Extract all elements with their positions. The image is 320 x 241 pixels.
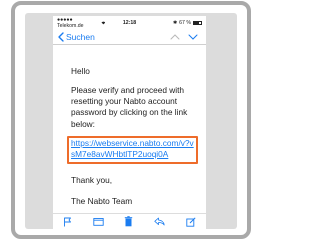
chevron-left-icon xyxy=(58,31,64,42)
reply-button[interactable] xyxy=(154,217,165,226)
battery-fill xyxy=(193,21,199,24)
email-greeting: Hello xyxy=(71,66,90,76)
mail-toolbar xyxy=(53,213,206,229)
navigation-bar: Suchen xyxy=(53,29,206,45)
delete-button[interactable] xyxy=(124,216,133,227)
battery-icon xyxy=(192,20,202,25)
battery-percent: 67 % xyxy=(179,19,191,26)
status-bar: ●●●●● Telekom.de 12:18 ✱ 67 % xyxy=(53,16,206,29)
flag-button[interactable] xyxy=(63,217,72,227)
compose-button[interactable] xyxy=(186,216,196,227)
carrier-label: ●●●●● Telekom.de xyxy=(57,17,105,29)
reset-link[interactable]: https://webservice.nabto.com/v?vsM7e8avW… xyxy=(71,138,197,160)
bluetooth-icon: ✱ xyxy=(172,19,178,26)
trash-icon xyxy=(125,216,133,227)
next-message-button[interactable] xyxy=(188,34,198,40)
email-thanks: Thank you, xyxy=(71,175,113,185)
back-label: Suchen xyxy=(66,31,95,42)
move-folder-button[interactable] xyxy=(93,217,104,226)
back-button[interactable]: Suchen xyxy=(58,32,95,42)
status-right: ✱ 67 % xyxy=(154,20,202,26)
folder-icon xyxy=(93,218,104,226)
compose-icon xyxy=(186,216,196,227)
email-signoff: The Nabto Team xyxy=(71,196,133,206)
clock: 12:18 xyxy=(122,19,137,26)
previous-message-button[interactable] xyxy=(170,33,180,40)
flag-icon xyxy=(64,217,72,226)
reply-icon xyxy=(154,217,165,226)
phone-screen: ●●●●● Telekom.de 12:18 ✱ 67 % Suchen Hel… xyxy=(53,16,206,229)
email-message: Please verify and proceed with resetting… xyxy=(71,85,188,129)
message-navigation xyxy=(170,33,198,40)
